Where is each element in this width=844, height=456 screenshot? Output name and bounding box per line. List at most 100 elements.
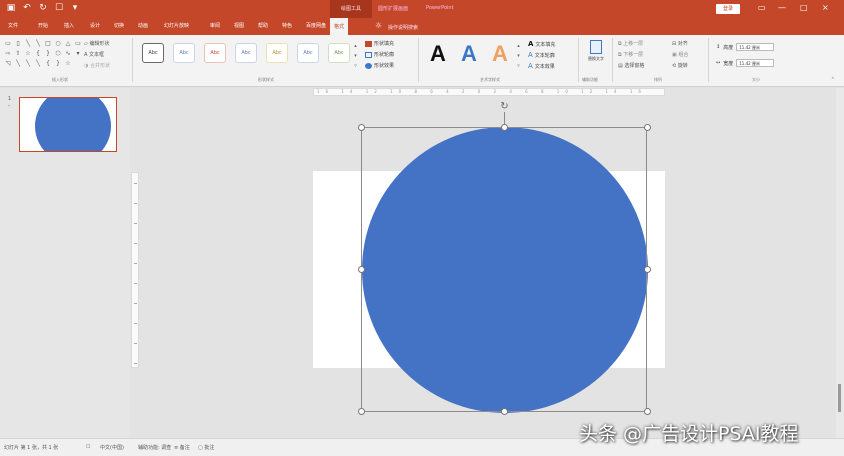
close-button[interactable]: ×: [822, 3, 829, 12]
tab-featured[interactable]: 特色: [282, 22, 292, 29]
line-shape-icon[interactable]: ╲: [34, 60, 42, 67]
curve-shape-icon[interactable]: ∿: [64, 50, 72, 57]
resize-handle-bottom[interactable]: [501, 408, 508, 415]
touch-mode-icon[interactable]: ☐: [54, 3, 64, 13]
resize-handle-right[interactable]: [644, 266, 651, 273]
comments-button[interactable]: ▢ 批注: [198, 444, 214, 451]
arrow-shape-icon[interactable]: ⇧: [14, 50, 22, 57]
minimize-button[interactable]: —: [778, 3, 786, 12]
vertical-scrollbar[interactable]: [836, 88, 844, 438]
tab-design[interactable]: 设计: [90, 22, 100, 29]
collapse-ribbon-icon[interactable]: ˆ: [831, 77, 835, 85]
line-shape-icon[interactable]: ╲: [34, 40, 42, 47]
textbox-vertical-shape-icon[interactable]: ▯: [14, 40, 22, 47]
text-effects-icon: A: [528, 62, 533, 70]
textbox-shape-icon[interactable]: ▭: [4, 40, 12, 47]
spellcheck-icon[interactable]: ☐: [86, 444, 90, 450]
shape-style-swatch[interactable]: Abc: [204, 43, 226, 63]
resize-handle-top-right[interactable]: [644, 124, 651, 131]
text-box-button[interactable]: A 文本框: [84, 51, 104, 58]
redo-icon[interactable]: ↻: [38, 3, 48, 13]
shape-style-swatch[interactable]: Abc: [173, 43, 195, 63]
resize-handle-left[interactable]: [358, 266, 365, 273]
shape-fill-button[interactable]: 形状填充: [365, 40, 394, 47]
triangle-shape-icon[interactable]: △: [64, 40, 72, 47]
oval-shape-icon[interactable]: ○: [54, 40, 62, 47]
line-shape-icon[interactable]: ╲: [14, 60, 22, 67]
tab-format[interactable]: 格式: [330, 18, 349, 35]
brace-shape-icon[interactable]: }: [54, 60, 62, 67]
text-effects-button[interactable]: A 文本效果: [528, 62, 555, 70]
brace-shape-icon[interactable]: {: [44, 60, 52, 67]
resize-handle-top-left[interactable]: [358, 124, 365, 131]
rectangle-shape-icon[interactable]: □: [44, 40, 52, 47]
wordart-style-orange[interactable]: A: [492, 41, 508, 67]
paint-bucket-icon: [365, 40, 372, 47]
tab-view[interactable]: 视图: [234, 22, 244, 29]
tab-baidu[interactable]: 百度网盘: [306, 22, 326, 29]
style-gallery-scroll[interactable]: ▴ ▾ ▿: [352, 41, 359, 71]
brace-shape-icon[interactable]: {: [34, 50, 42, 57]
wordart-gallery-scroll[interactable]: ▴ ▾ ▿: [515, 41, 522, 71]
undo-icon[interactable]: ↶: [22, 3, 32, 13]
text-outline-button[interactable]: A 文本轮廓: [528, 51, 555, 59]
tell-me-search[interactable]: 操作说明搜索: [388, 24, 418, 31]
tab-file[interactable]: 文件: [8, 22, 18, 29]
arrow-shape-icon[interactable]: ⇨: [4, 50, 12, 57]
ribbon-display-icon[interactable]: ▭: [758, 3, 766, 12]
shape-outline-button[interactable]: 形状轮廓: [365, 51, 394, 58]
group-button[interactable]: ▣ 组合: [672, 51, 688, 58]
more-shapes-icon[interactable]: ▾: [74, 50, 82, 57]
wordart-style-blue[interactable]: A: [461, 41, 477, 67]
text-box-label: 文本框: [89, 52, 105, 58]
tab-animations[interactable]: 动画: [138, 22, 148, 29]
resize-handle-bottom-right[interactable]: [644, 408, 651, 415]
tab-review[interactable]: 审阅: [210, 22, 220, 29]
width-input[interactable]: 11.42 厘米: [736, 59, 775, 67]
star-shape-icon[interactable]: ☆: [24, 50, 32, 57]
edit-shape-button[interactable]: ▱ 编辑形状: [84, 40, 109, 47]
shape-style-swatch[interactable]: Abc: [328, 43, 350, 63]
align-button[interactable]: ⊟ 对齐: [672, 40, 688, 47]
shape-style-swatch[interactable]: Abc: [266, 43, 288, 63]
hexagon-shape-icon[interactable]: ⬡: [54, 50, 62, 57]
signin-button[interactable]: 登录: [716, 4, 740, 14]
notes-button[interactable]: ≡ 备注: [174, 444, 190, 451]
language-status[interactable]: 中文(中国): [100, 444, 124, 451]
merge-shapes-button[interactable]: ◑ 合并形状: [84, 62, 110, 69]
alt-text-button[interactable]: 替换文字: [585, 40, 607, 74]
shape-style-swatch[interactable]: Abc: [235, 43, 257, 63]
rotate-handle-icon[interactable]: ↻: [499, 101, 510, 112]
group-separator: [132, 38, 133, 82]
text-fill-button[interactable]: A 文本填充: [528, 40, 555, 48]
rectangle-shape-icon[interactable]: ▭: [74, 40, 82, 47]
resize-handle-top[interactable]: [501, 124, 508, 131]
star-shape-icon[interactable]: ☆: [64, 60, 72, 67]
tab-home[interactable]: 开始: [38, 22, 48, 29]
shape-effects-button[interactable]: 形状效果: [365, 62, 394, 69]
accessibility-status[interactable]: 辅助功能: 调查: [138, 444, 171, 451]
slide-thumbnail[interactable]: [19, 97, 117, 152]
line-shape-icon[interactable]: ╲: [24, 40, 32, 47]
save-icon[interactable]: ▣: [6, 3, 16, 13]
tab-insert[interactable]: 插入: [64, 22, 74, 29]
scrollbar-thumb[interactable]: [838, 384, 841, 412]
wordart-style-black[interactable]: A: [430, 41, 446, 67]
ruler-tick: [134, 323, 137, 324]
line-shape-icon[interactable]: ╲: [24, 60, 32, 67]
tab-transitions[interactable]: 切换: [114, 22, 124, 29]
selection-pane-button[interactable]: ▤ 选择窗格: [618, 62, 644, 69]
resize-handle-bottom-left[interactable]: [358, 408, 365, 415]
send-backward-button[interactable]: ⧉ 下移一层: [618, 51, 643, 58]
shape-style-swatch[interactable]: Abc: [297, 43, 319, 63]
callout-shape-icon[interactable]: ◹: [4, 60, 12, 67]
brace-shape-icon[interactable]: }: [44, 50, 52, 57]
shape-style-swatch[interactable]: Abc: [142, 43, 164, 63]
rotate-button[interactable]: ⟲ 旋转: [672, 62, 688, 69]
tab-help[interactable]: 帮助: [258, 22, 268, 29]
height-input[interactable]: 11.42 厘米: [736, 43, 775, 51]
customize-qat-icon[interactable]: ▾: [70, 3, 80, 13]
tab-slideshow[interactable]: 幻灯片放映: [164, 22, 189, 29]
maximize-button[interactable]: □: [800, 3, 808, 12]
bring-forward-button[interactable]: ⧉ 上移一层: [618, 40, 643, 47]
